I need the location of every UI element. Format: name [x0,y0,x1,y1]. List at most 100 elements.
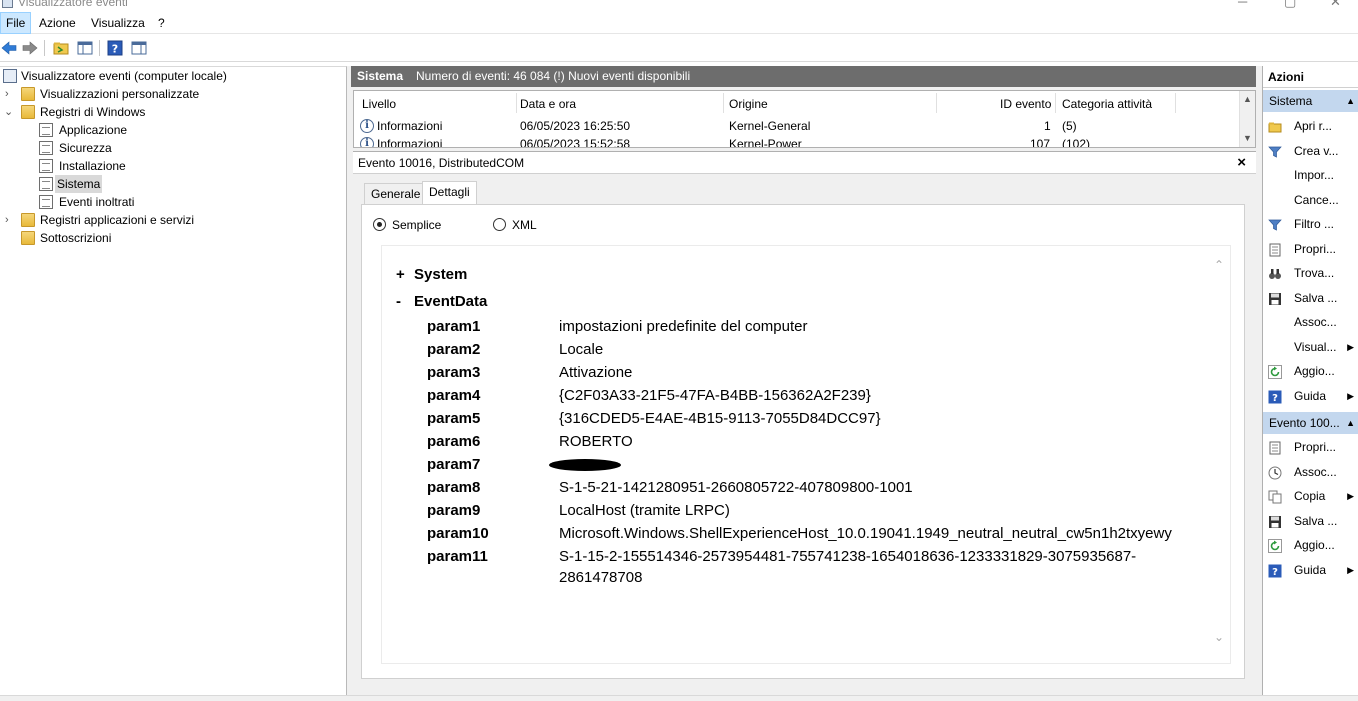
action-item[interactable]: Impor... [1263,164,1358,186]
action-item[interactable]: ? Guida ▶ [1263,559,1358,581]
folder-icon [21,87,35,101]
forward-arrow-icon[interactable] [21,39,39,57]
chevron-down-icon[interactable]: ⌄ [4,103,14,121]
refresh-icon [1268,364,1282,379]
events-grid: Livello Data e ora Origine ID evento Cat… [353,90,1256,148]
log-icon [39,159,53,173]
properties-icon [1268,242,1282,256]
menu-file[interactable]: File [0,12,32,34]
open-folder-icon[interactable] [52,39,70,57]
title-bar: Visualizzatore eventi ─ ▢ ✕ [0,0,1358,12]
action-label: Aggio... [1294,364,1335,378]
svg-text:?: ? [1272,393,1278,404]
close-icon[interactable]: × [1237,154,1246,172]
scroll-down-icon[interactable]: ▼ [1243,133,1252,143]
chevron-right-icon[interactable]: › [5,85,15,103]
column-separator[interactable] [1055,93,1056,113]
back-arrow-icon[interactable] [0,39,18,57]
action-label: Salva ... [1294,513,1338,528]
log-icon [39,123,53,137]
tab-generale[interactable]: Generale [364,183,428,205]
submenu-arrow-icon: ▶ [1347,390,1354,401]
action-item[interactable]: Cance... [1263,189,1358,211]
expand-icon[interactable]: + [396,264,414,286]
console-tree-icon[interactable] [76,39,94,57]
event-title-text: Evento 10016, DistributedCOM [358,156,525,170]
help-icon[interactable]: ? [106,39,124,57]
action-label: Impor... [1294,168,1335,182]
action-item[interactable]: Aggio... [1263,360,1358,382]
redaction-mark [549,459,621,471]
menu-help[interactable]: ? [153,12,170,34]
column-separator[interactable] [516,93,517,113]
action-label: Assoc... [1294,464,1337,479]
action-item[interactable]: Propri... [1263,436,1358,458]
action-item[interactable]: Visual... ▶ [1263,336,1358,358]
maximize-button[interactable]: ▢ [1284,0,1296,10]
submenu-arrow-icon: ▶ [1347,564,1354,575]
binoculars-icon [1268,266,1282,280]
collapse-icon[interactable]: - [396,291,414,313]
column-header-categoria[interactable]: Categoria attività [1062,95,1152,113]
action-label: Propri... [1294,241,1337,256]
action-item[interactable]: Aggio... [1263,534,1358,556]
grid-scrollbar[interactable]: ▲ ▼ [1239,91,1255,147]
column-header-origine[interactable]: Origine [729,95,768,113]
column-header-livello[interactable]: Livello [362,95,396,113]
submenu-arrow-icon: ▶ [1347,341,1354,352]
action-item[interactable]: Crea v... [1263,140,1358,162]
action-item[interactable]: Salva ... [1263,287,1358,309]
action-item[interactable]: Trova... [1263,262,1358,284]
action-label: Salva ... [1294,290,1338,305]
folder-icon [21,231,35,245]
chevron-right-icon[interactable]: › [5,211,15,229]
collapse-caret-icon[interactable]: ▲ [1346,412,1355,434]
window-title: Visualizzatore eventi [18,0,128,9]
radio-selected-icon [373,218,386,231]
log-icon [39,177,53,191]
log-title: Sistema [357,69,404,83]
action-pane-icon[interactable] [130,39,148,57]
collapse-caret-icon[interactable]: ▲ [1346,90,1355,112]
scroll-up-icon[interactable]: ▲ [1243,94,1252,104]
action-label: Aggio... [1294,538,1335,552]
action-label: Assoc... [1294,315,1337,329]
close-window-button[interactable]: ✕ [1330,0,1341,10]
action-label: Trova... [1294,266,1335,280]
actions-group-sistema[interactable]: Sistema ▲ [1263,90,1358,112]
menu-visualizza[interactable]: Visualizza [86,12,150,34]
action-item[interactable]: ? Guida ▶ [1263,385,1358,407]
toolbar-separator [99,40,100,56]
scroll-up-icon[interactable]: ⌃ [1214,258,1224,272]
action-item[interactable]: Assoc... [1263,461,1358,483]
details-tab-body: Semplice XML + System - EventData param1 im… [361,204,1245,679]
action-item[interactable]: Salva ... [1263,510,1358,532]
section-eventdata[interactable]: - EventData [396,291,487,313]
column-header-data[interactable]: Data e ora [520,95,576,113]
refresh-icon [1268,538,1282,553]
radio-unselected-icon [493,218,506,231]
center-pane: Sistema Numero di eventi: 46 084 (!) Nuo… [351,66,1258,695]
menu-azione[interactable]: Azione [34,12,81,34]
filter-icon [1268,217,1282,231]
column-separator[interactable] [723,93,724,113]
action-item[interactable]: Copia ▶ [1263,485,1358,507]
action-item[interactable]: Propri... [1263,238,1358,260]
column-header-id[interactable]: ID evento [1000,95,1051,113]
svg-text:?: ? [1272,567,1278,578]
column-separator[interactable] [1175,93,1176,113]
scroll-down-icon[interactable]: ⌄ [1214,630,1224,644]
action-item[interactable]: Apri r... [1263,115,1358,137]
section-system[interactable]: + System [396,264,467,286]
column-separator[interactable] [936,93,937,113]
event-viewer-icon [3,69,17,83]
action-item[interactable]: Filtro ... [1263,213,1358,235]
actions-group-evento[interactable]: Evento 100... ▲ [1263,412,1358,434]
minimize-button[interactable]: ─ [1238,0,1247,9]
open-folder-icon [1268,119,1282,133]
action-item[interactable]: Assoc... [1263,311,1358,333]
toolbar: ? [0,35,1358,62]
save-icon [1268,514,1282,528]
event-viewer-icon [2,0,13,8]
tab-dettagli[interactable]: Dettagli [422,181,477,205]
